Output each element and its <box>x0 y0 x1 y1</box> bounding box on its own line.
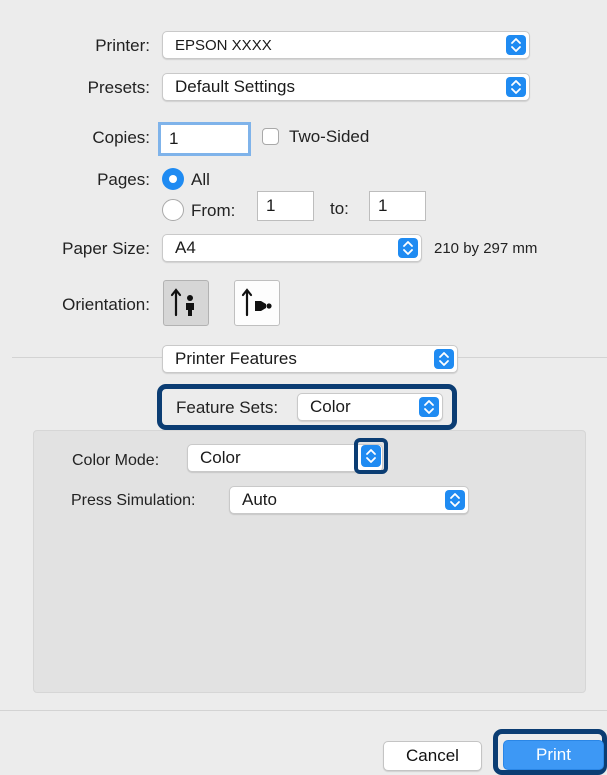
landscape-orientation-button[interactable] <box>234 280 280 326</box>
presets-value: Default Settings <box>175 77 296 96</box>
press-simulation-popup[interactable]: Auto <box>229 486 469 514</box>
printer-label: Printer: <box>95 36 150 55</box>
two-sided-label: Two-Sided <box>289 127 370 146</box>
footer-divider <box>0 710 607 711</box>
feature-sets-label: Feature Sets: <box>176 398 279 417</box>
pages-all-label: All <box>191 170 210 189</box>
two-sided-checkbox[interactable] <box>262 128 279 145</box>
color-mode-label: Color Mode: <box>72 452 160 469</box>
chevron-updown-icon <box>445 490 465 510</box>
copies-field[interactable]: 1 <box>158 122 251 156</box>
chevron-updown-icon <box>506 77 526 97</box>
chevron-updown-icon <box>434 349 454 369</box>
printer-popup[interactable]: EPSON XXXX <box>162 31 530 59</box>
presets-label: Presets: <box>87 78 150 97</box>
pages-to-label: to: <box>330 199 349 218</box>
feature-sets-value: Color <box>310 397 351 416</box>
chevron-updown-icon <box>506 35 526 55</box>
pages-to-field[interactable]: 1 <box>369 191 426 221</box>
color-mode-stepper[interactable] <box>361 445 381 467</box>
paper-size-label: Paper Size: <box>62 239 150 258</box>
pages-from-label: From: <box>191 201 236 220</box>
portrait-orientation-button[interactable] <box>163 280 209 326</box>
paper-size-value: A4 <box>175 238 196 257</box>
landscape-icon <box>241 288 272 317</box>
feature-sets-popup[interactable]: Color <box>297 393 443 421</box>
printer-value: EPSON XXXX <box>175 37 272 54</box>
panel-selector-popup[interactable]: Printer Features <box>162 345 458 373</box>
portrait-icon <box>170 288 194 317</box>
panel-selector-value: Printer Features <box>175 349 297 368</box>
print-button[interactable]: Print <box>503 740 604 770</box>
copies-label: Copies: <box>92 128 150 147</box>
pages-from-radio[interactable] <box>162 199 184 221</box>
color-mode-value: Color <box>200 448 241 467</box>
chevron-updown-icon <box>419 397 439 417</box>
pages-from-field[interactable]: 1 <box>257 191 314 221</box>
paper-dimensions: 210 by 297 mm <box>434 240 538 257</box>
orientation-label: Orientation: <box>62 295 150 314</box>
pages-label: Pages: <box>97 170 150 189</box>
cancel-button[interactable]: Cancel <box>383 741 482 771</box>
presets-popup[interactable]: Default Settings <box>162 73 530 101</box>
press-simulation-label: Press Simulation: <box>71 492 196 509</box>
press-simulation-value: Auto <box>242 490 277 509</box>
paper-size-popup[interactable]: A4 <box>162 234 422 262</box>
chevron-updown-icon <box>398 238 418 258</box>
pages-all-radio[interactable] <box>162 168 184 190</box>
chevron-updown-icon <box>366 449 376 463</box>
